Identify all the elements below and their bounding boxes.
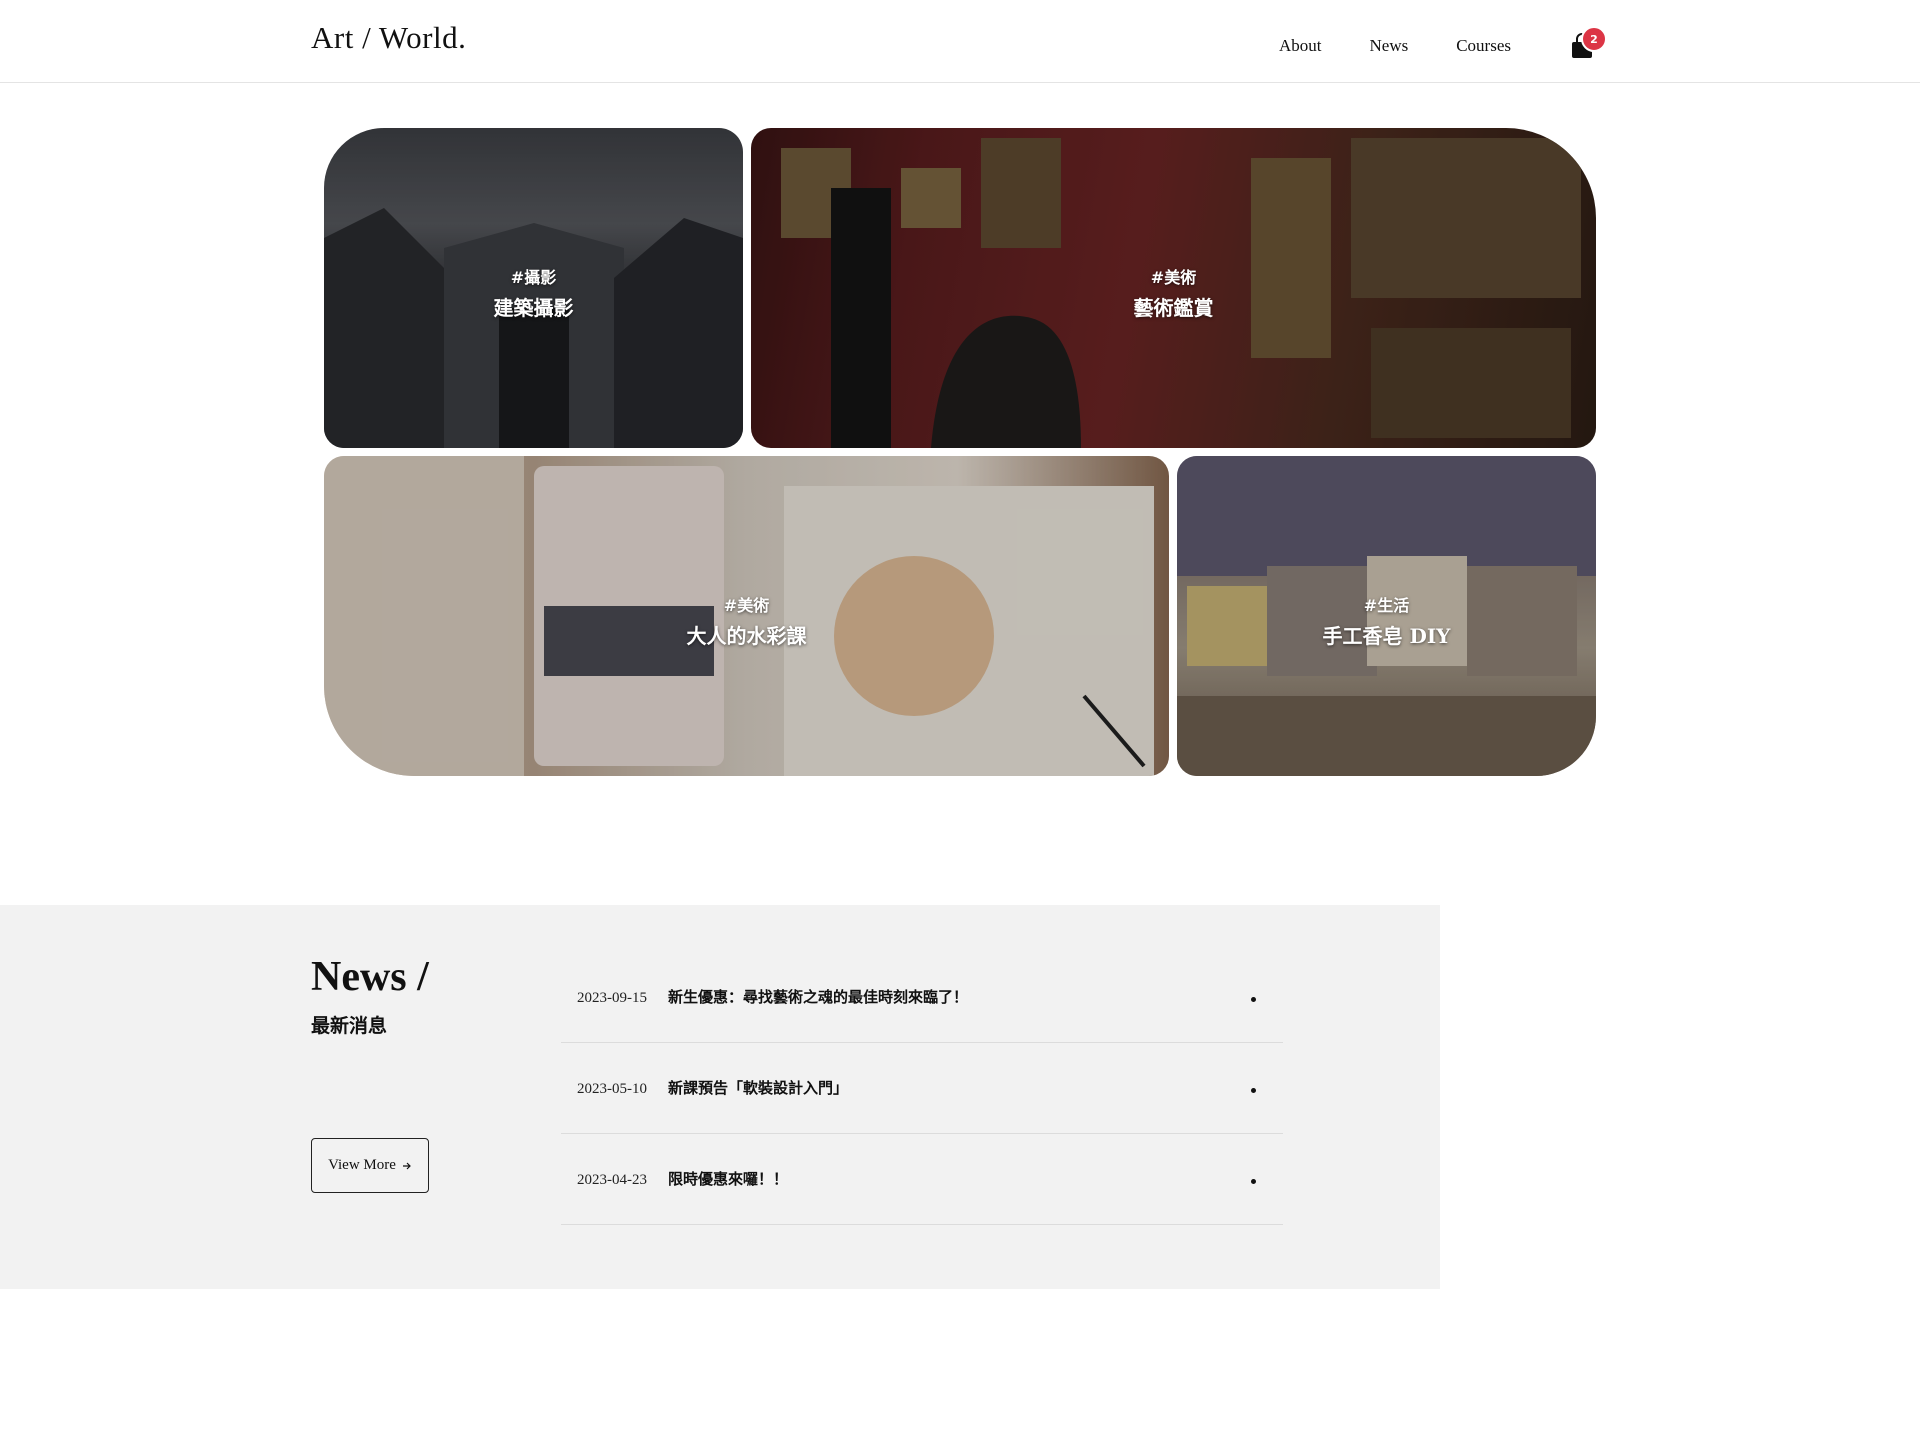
news-date: 2023-09-15 (577, 990, 647, 1006)
tile-tag: #生活 (1363, 596, 1410, 615)
news-list-item[interactable]: 2023-04-23 限時優惠來囉！！ (561, 1134, 1283, 1225)
news-date: 2023-05-10 (577, 1081, 647, 1097)
course-tile-architecture-photography[interactable]: #攝影 建築攝影 (324, 128, 743, 448)
news-list-item[interactable]: 2023-05-10 新課預告「軟裝設計入門」 (561, 1043, 1283, 1134)
tile-caption: #美術 大人的水彩課 (324, 592, 1169, 649)
news-title: 新生優惠：尋找藝術之魂的最佳時刻來臨了！ (668, 988, 969, 1006)
site-logo[interactable]: Art / World. (311, 20, 466, 56)
site-header: Art / World. About News Courses 2 (0, 0, 1920, 83)
tile-tag: #美術 (723, 596, 770, 615)
view-more-label: View More (328, 1157, 396, 1173)
tile-tag: #攝影 (510, 268, 557, 287)
news-list-item[interactable]: 2023-09-15 新生優惠：尋找藝術之魂的最佳時刻來臨了！ (561, 905, 1283, 1043)
course-tile-watercolor[interactable]: #美術 大人的水彩課 (324, 456, 1169, 776)
arrow-right-icon (402, 1162, 411, 1169)
view-more-button[interactable]: View More (311, 1138, 429, 1193)
course-tile-art-appreciation[interactable]: #美術 藝術鑑賞 (751, 128, 1596, 448)
tile-caption: #攝影 建築攝影 (324, 264, 743, 321)
news-section: News / 最新消息 View More 2023-09-15 新生優惠：尋找… (0, 905, 1440, 1289)
tile-title: 藝術鑑賞 (1133, 296, 1214, 320)
tile-tag: #美術 (1150, 268, 1197, 287)
cart-count-badge: 2 (1581, 26, 1607, 52)
bullet-dot-icon (1251, 1088, 1256, 1093)
nav-link-courses[interactable]: Courses (1456, 36, 1511, 56)
nav-link-news[interactable]: News (1370, 36, 1409, 56)
tile-title: 手工香皂 DIY (1322, 624, 1451, 648)
bullet-dot-icon (1251, 997, 1256, 1002)
news-subheading: 最新消息 (311, 1015, 388, 1037)
news-title: 限時優惠來囉！！ (668, 1170, 789, 1188)
course-tile-handmade-soap[interactable]: #生活 手工香皂 DIY (1177, 456, 1596, 776)
main-nav: About News Courses (1279, 36, 1559, 56)
nav-link-about[interactable]: About (1279, 36, 1322, 56)
tile-caption: #生活 手工香皂 DIY (1177, 592, 1596, 649)
bullet-dot-icon (1251, 1179, 1256, 1184)
tile-title: 大人的水彩課 (686, 624, 807, 648)
news-title: 新課預告「軟裝設計入門」 (668, 1079, 849, 1097)
tile-title: 建築攝影 (493, 296, 574, 320)
news-list: 2023-09-15 新生優惠：尋找藝術之魂的最佳時刻來臨了！ 2023-05-… (561, 905, 1283, 1225)
news-date: 2023-04-23 (577, 1172, 647, 1188)
tile-caption: #美術 藝術鑑賞 (751, 264, 1596, 321)
news-heading: News / (311, 954, 429, 1000)
